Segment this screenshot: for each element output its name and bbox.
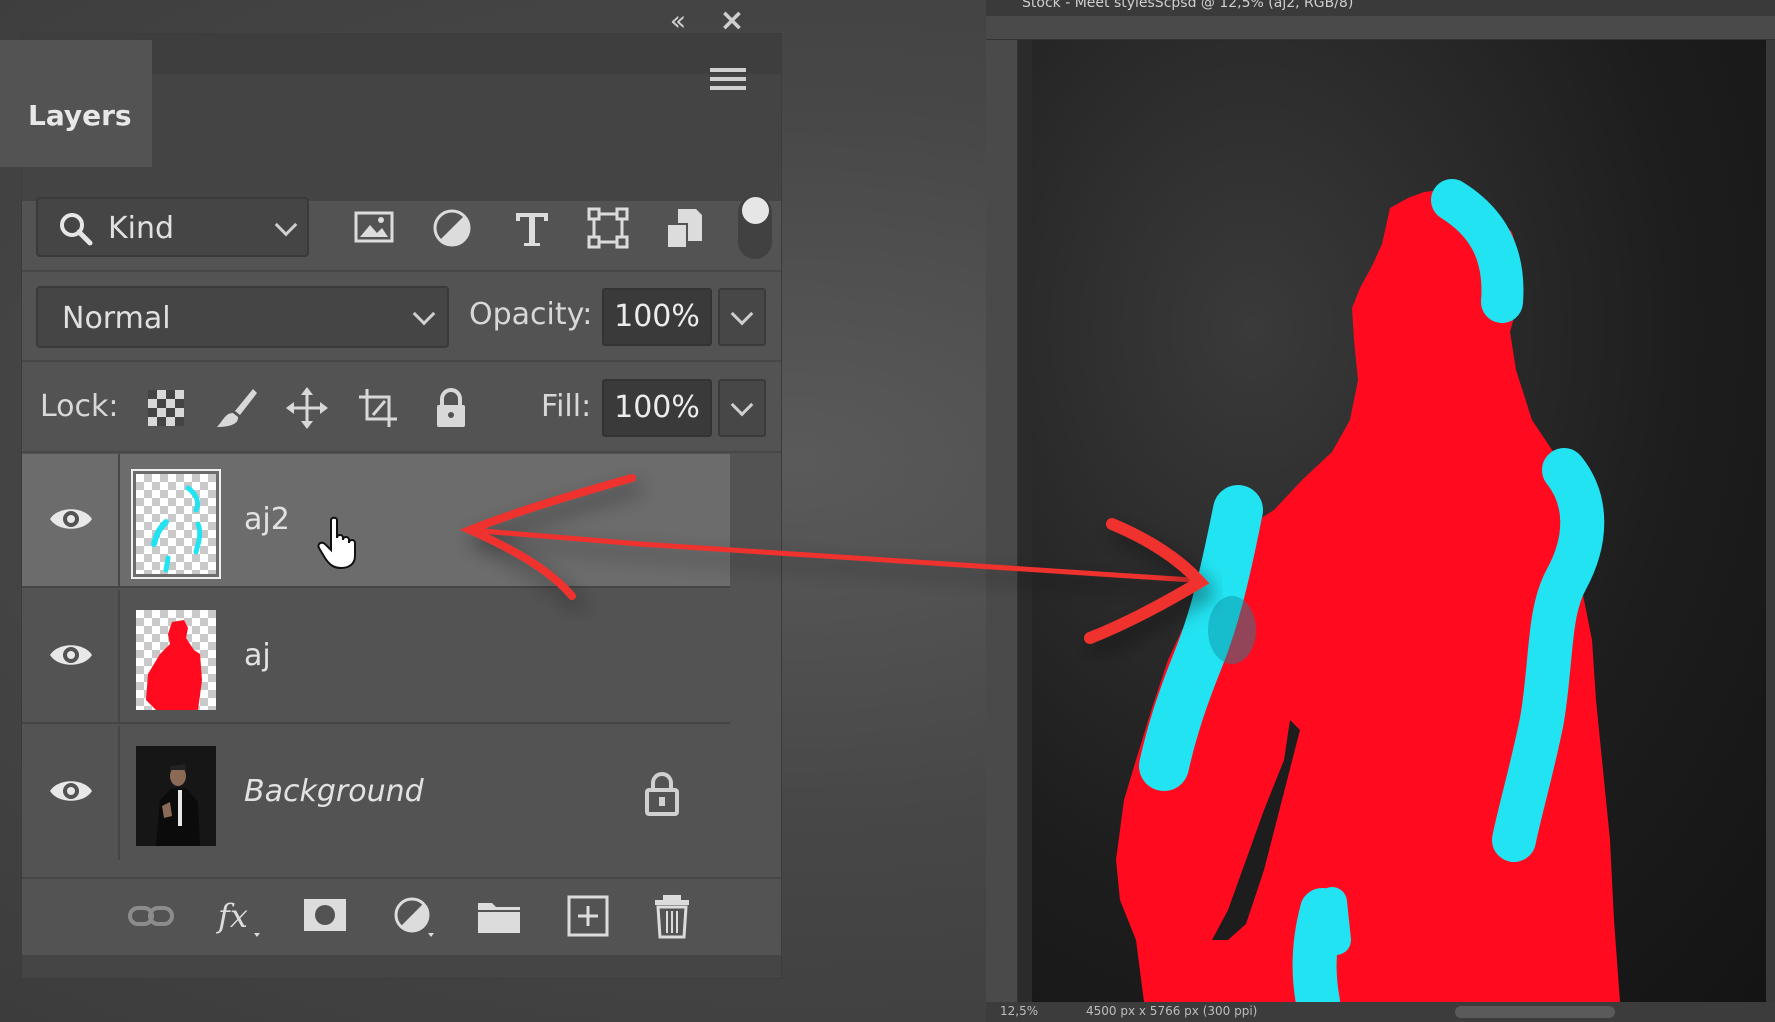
divider <box>22 270 781 272</box>
vertical-scrollbar[interactable] <box>1766 40 1775 1002</box>
panel-menu-icon[interactable] <box>710 68 746 98</box>
zoom-level[interactable]: 12,5% <box>1000 1004 1038 1018</box>
new-layer-icon[interactable] <box>563 893 613 939</box>
eye-icon[interactable] <box>48 504 94 534</box>
opacity-label: Opacity: <box>469 297 593 332</box>
document-canvas[interactable] <box>1032 40 1766 1002</box>
shape-layer-filter-icon[interactable] <box>584 205 632 251</box>
layer-row-aj2[interactable]: aj2 <box>22 454 730 588</box>
mask-artwork <box>1116 179 1620 1002</box>
layer-row-aj[interactable]: aj <box>22 590 730 724</box>
visibility-cell <box>22 454 120 588</box>
close-panel-icon[interactable]: × <box>717 6 747 36</box>
eye-icon[interactable] <box>48 776 94 806</box>
lock-transparent-pixels-icon[interactable] <box>143 385 189 431</box>
pixel-layer-filter-icon[interactable] <box>350 205 398 251</box>
lock-artboard-crop-icon[interactable] <box>355 385 401 431</box>
chevron-down-icon <box>274 213 298 237</box>
layer-row-background[interactable]: Background <box>22 726 730 860</box>
layer-thumbnail-aj <box>136 610 216 710</box>
document-title: Stock - Meet stylesScpsd @ 12,5% (aj2, R… <box>1022 0 1354 11</box>
layer-thumbnail-aj2 <box>136 474 216 574</box>
document-status-bar: 12,5% 4500 px x 5766 px (300 ppi) <box>986 1002 1775 1022</box>
layer-name-background[interactable]: Background <box>244 774 424 810</box>
link-layers-icon[interactable] <box>126 893 176 939</box>
filter-kind-select[interactable]: Kind <box>36 197 309 257</box>
filter-toggle-switch[interactable] <box>738 195 772 259</box>
smart-object-filter-icon[interactable] <box>660 205 708 251</box>
blend-mode-value: Normal <box>62 301 171 336</box>
document-tab[interactable]: Stock - Meet stylesScpsd @ 12,5% (aj2, R… <box>986 0 1775 16</box>
lock-image-pixels-brush-icon[interactable] <box>213 385 259 431</box>
fill-label: Fill: <box>541 389 592 424</box>
visibility-cell <box>22 590 120 724</box>
vertical-ruler[interactable] <box>986 40 1018 1002</box>
panel-resize-grip[interactable] <box>22 955 781 978</box>
layer-locked-icon <box>645 772 679 816</box>
fill-dropdown-button[interactable] <box>718 379 766 437</box>
document-dimensions: 4500 px x 5766 px (300 ppi) <box>1086 1004 1258 1018</box>
delete-layer-trash-icon[interactable] <box>647 893 697 939</box>
eye-icon[interactable] <box>48 640 94 670</box>
type-layer-filter-icon[interactable] <box>508 205 556 251</box>
chevron-down-icon <box>730 302 754 326</box>
fill-input[interactable]: 100% <box>602 379 712 437</box>
lock-position-move-icon[interactable] <box>284 385 330 431</box>
toggle-knob <box>742 197 769 224</box>
new-group-folder-icon[interactable] <box>474 893 524 939</box>
lock-all-icon[interactable] <box>428 385 474 431</box>
visibility-cell <box>22 726 120 860</box>
new-adjustment-layer-icon[interactable] <box>388 893 438 939</box>
search-icon <box>60 213 93 246</box>
divider <box>22 360 781 362</box>
filter-kind-label: Kind <box>108 211 175 246</box>
add-mask-icon[interactable] <box>300 893 350 939</box>
layer-name-aj2[interactable]: aj2 <box>244 502 290 538</box>
opacity-input[interactable]: 100% <box>602 288 712 346</box>
horizontal-scroll-thumb[interactable] <box>1455 1006 1615 1018</box>
horizontal-ruler[interactable] <box>986 16 1775 40</box>
row-divider <box>22 586 730 588</box>
layer-name-aj[interactable]: aj <box>244 638 271 674</box>
tab-layers[interactable]: Layers <box>0 40 152 167</box>
divider <box>22 451 781 453</box>
chevron-down-icon <box>412 302 436 326</box>
fx-layer-style-icon[interactable]: fx <box>214 893 264 939</box>
collapse-panel-icon[interactable]: ‹‹ <box>655 7 695 35</box>
chevron-down-icon <box>730 393 754 417</box>
opacity-dropdown-button[interactable] <box>718 288 766 346</box>
hand-cursor-icon <box>317 516 356 570</box>
svg-text:fx: fx <box>216 897 248 935</box>
adjustment-layer-filter-icon[interactable] <box>428 205 476 251</box>
lock-label: Lock: <box>40 389 119 424</box>
blend-mode-select[interactable]: Normal <box>36 286 449 348</box>
row-divider <box>22 722 730 724</box>
layer-thumbnail-background <box>136 746 216 846</box>
